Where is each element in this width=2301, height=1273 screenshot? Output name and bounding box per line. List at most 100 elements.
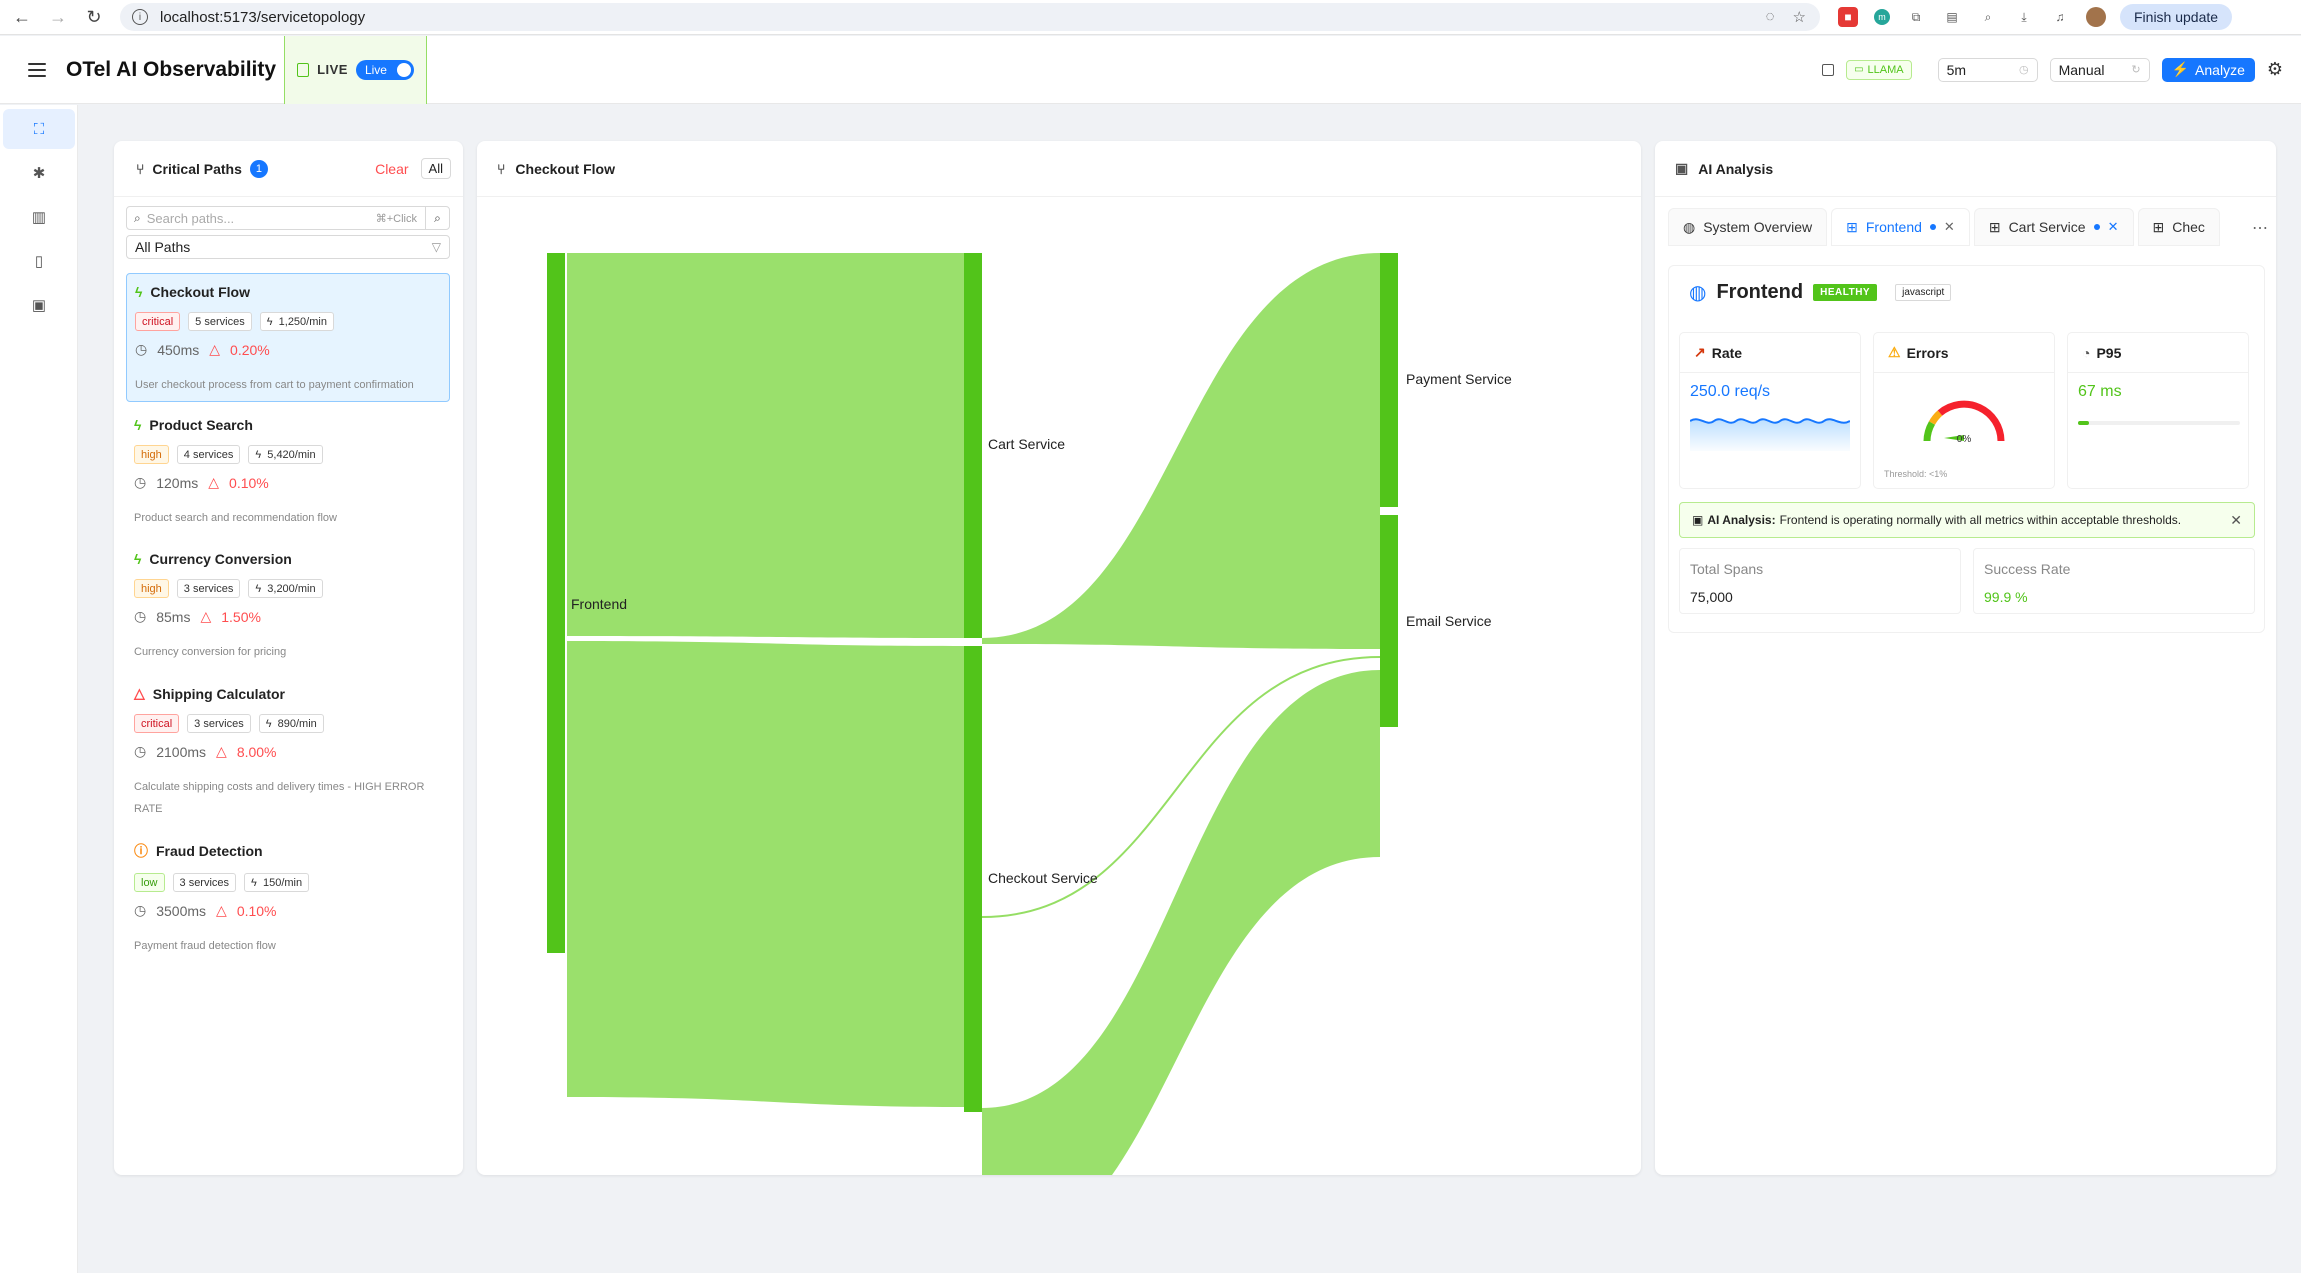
path-search[interactable]: ⌕ Search paths... ⌘+Click ⌕ [126,206,450,230]
address-bar[interactable]: i localhost:5173/servicetopology ◌ ☆ [120,3,1820,31]
clock-icon: ◷ [134,474,147,490]
download-icon[interactable]: ⤓ [2014,7,2034,27]
settings-gear-icon[interactable]: ⚙ [2267,59,2283,80]
filter-funnel-icon: ▽ [431,240,441,254]
bookmark-star-icon[interactable]: ☆ [1793,8,1806,26]
live-toggle[interactable]: Live [355,59,414,80]
flow-header: ⑂ Checkout Flow [477,141,1641,197]
back-icon[interactable]: ← [10,5,34,29]
site-info-icon[interactable]: i [132,9,148,25]
analyze-button[interactable]: ⚡ Analyze [2161,57,2255,82]
search-input[interactable]: Search paths... [147,211,234,226]
path-item-checkout-flow[interactable]: ϟ Checkout Flow critical 5 services ϟ 1,2… [126,273,450,402]
alert-circle-icon: ⓘ [134,843,148,859]
tab-system-overview[interactable]: ◍ System Overview [1668,208,1828,246]
time-range-select[interactable]: 5m ◷ [1937,57,2038,82]
link-frontend-cart[interactable] [567,253,964,638]
clear-button[interactable]: Clear [375,161,408,177]
tab-label: Frontend [1865,219,1922,235]
rate-tag: ϟ 890/min [258,714,324,733]
finish-update-button[interactable]: Finish update [2120,4,2233,30]
close-icon[interactable]: ✕ [2108,219,2119,235]
nav-chart-icon[interactable]: ▥ [3,197,75,237]
search-tabs-icon[interactable]: ⌕ [1978,7,1998,27]
node-checkout-service[interactable] [964,646,982,1112]
rate-value: 3,200/min [267,582,316,595]
nav-robot-icon[interactable]: ▣ [3,285,75,325]
menu-icon[interactable] [28,62,46,77]
eye-off-icon[interactable]: ◌ [1766,8,1775,26]
tab-label: System Overview [1703,219,1813,235]
sync-icon: ↻ [2131,64,2141,76]
status-badge: HEALTHY [1813,284,1878,301]
error-value: 0.10% [236,902,277,919]
reload-icon[interactable]: ↻ [82,5,106,29]
unread-dot [1929,224,1936,230]
success-rate-value: 99.9 % [1984,589,2028,605]
nav-bug-icon[interactable]: ✱ [3,153,75,193]
media-icon[interactable]: ♫ [2050,7,2070,27]
extensions-puzzle-icon[interactable]: ⧉ [1906,7,1926,27]
stopwatch-icon: ◔ [2082,344,2091,361]
lightning-icon: ϟ [135,284,143,300]
globe-icon: ◍ [1689,282,1707,304]
node-frontend[interactable] [547,253,565,953]
total-spans-label: Total Spans [1690,561,1764,577]
total-spans-value: 75,000 [1690,589,1733,605]
gauge-arc-yellow [1928,410,1943,425]
warning-icon: △ [134,685,145,701]
close-icon[interactable]: ✕ [1944,219,1955,235]
label-frontend: Frontend [571,596,627,612]
errors-gauge-value: 0% [1957,434,1972,445]
tab-checkout[interactable]: ⊞ Chec [2137,208,2220,246]
path-item-shipping-calculator[interactable]: △ Shipping Calculator critical 3 services… [126,675,450,825]
live-label: LIVE [317,62,348,77]
app-title: OTel AI Observability [66,57,277,81]
path-item-fraud-detection[interactable]: ⓘ Fraud Detection low 3 services ϟ 150/mi… [126,831,450,956]
live-doc-icon [297,62,310,77]
tab-label: Cart Service [2008,219,2086,235]
clock-icon: ◷ [134,902,147,918]
alert-text: Frontend is operating normally with all … [1779,513,2182,527]
p95-card: ◔ P95 67 ms [2067,332,2249,489]
tab-frontend[interactable]: ⊞ Frontend ✕ [1831,208,1970,246]
tab-cart-service[interactable]: ⊞ Cart Service ✕ [1973,208,2134,246]
search-button-icon[interactable]: ⌕ [425,207,449,229]
path-description: Calculate shipping costs and delivery ti… [134,781,425,815]
link-frontend-checkout[interactable] [567,641,964,1107]
services-tag: 5 services [188,312,252,331]
close-icon[interactable]: ✕ [2230,512,2242,529]
all-button[interactable]: All [420,158,451,179]
priority-tag: high [134,579,169,598]
extension-red-icon[interactable]: ■ [1838,7,1858,27]
link-checkout-email[interactable] [982,670,1380,1175]
flow-title: Checkout Flow [515,160,615,177]
extension-teal-icon[interactable]: m [1874,9,1890,25]
forward-icon[interactable]: → [46,5,70,29]
nav-document-icon[interactable]: ▯ [3,241,75,281]
warning-icon: △ [216,743,227,759]
node-cart-service[interactable] [964,253,982,638]
robot-icon: ▣ [1692,513,1704,527]
path-filter-select[interactable]: All Paths ▽ [126,235,450,259]
globe-icon: ◍ [1683,218,1696,235]
tab-label: Chec [2172,219,2205,235]
sidebar-icon[interactable]: ▤ [1942,7,1962,27]
more-tabs-icon[interactable]: ⋯ [2252,218,2268,238]
path-item-product-search[interactable]: ϟ Product Search high 4 services ϟ 5,420/… [126,407,450,532]
clock-icon: ◷ [2019,64,2029,76]
clock-icon: ◷ [135,341,148,357]
path-item-currency-conversion[interactable]: ϟ Currency Conversion high 3 services ϟ 3… [126,541,450,666]
node-email-service[interactable] [1380,515,1398,727]
p95-progress-track [2078,421,2240,425]
path-name: Fraud Detection [156,843,263,859]
rate-value: 890/min [277,717,317,730]
path-description: User checkout process from cart to payme… [135,379,414,391]
analyze-label: Analyze [2195,61,2245,78]
rate-value: 5,420/min [267,448,316,461]
service-name: Frontend [1716,281,1804,303]
node-payment-service[interactable] [1380,253,1398,507]
refresh-mode-select[interactable]: Manual ↻ [2049,57,2150,82]
profile-avatar[interactable] [2086,7,2106,27]
nav-topology-icon[interactable]: ⛶ [3,109,75,149]
